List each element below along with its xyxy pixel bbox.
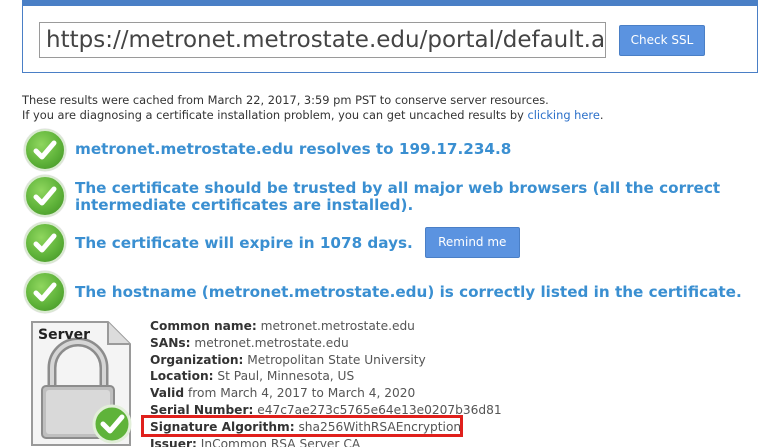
green-check-icon [24, 271, 66, 313]
cert-organization: Organization: Metropolitan State Univers… [150, 352, 502, 369]
result-trusted: The certificate should be trusted by all… [24, 175, 760, 217]
result-text: The certificate should be trusted by all… [75, 179, 721, 214]
green-check-icon [24, 175, 66, 217]
cert-field-label: SANs: [150, 335, 191, 350]
cert-field-value: St Paul, Minnesota, US [217, 369, 355, 384]
cache-note-period: . [599, 108, 604, 122]
cert-field-value: Metropolitan State University [247, 352, 426, 367]
uncached-results-link[interactable]: clicking here [527, 108, 599, 122]
cache-note-line2: If you are diagnosing a certificate inst… [22, 108, 603, 123]
remind-me-button[interactable]: Remind me [424, 227, 520, 258]
cache-note-line1: These results were cached from March 22,… [22, 93, 549, 107]
cache-note: These results were cached from March 22,… [22, 93, 603, 123]
cert-field-value: metronet.metrostate.edu [260, 319, 415, 333]
cert-field-label: Common name: [150, 319, 257, 333]
cert-field-label: Organization: [150, 352, 244, 367]
server-lock-icon: Server [31, 321, 132, 446]
result-text: metronet.metrostate.edu resolves to 199.… [75, 140, 512, 158]
cert-valid: Valid from March 4, 2017 to March 4, 202… [150, 385, 502, 402]
cert-common-name: Common name: metronet.metrostate.edu [150, 318, 502, 335]
cache-note-text: If you are diagnosing a certificate inst… [22, 108, 528, 122]
cert-location: Location: St Paul, Minnesota, US [150, 368, 502, 385]
cert-field-label: Location: [150, 369, 214, 384]
server-label: Server [38, 327, 90, 343]
cert-field-value: InCommon RSA Server CA [200, 436, 361, 447]
cert-field-value: from March 4, 2017 to March 4, 2020 [187, 386, 416, 401]
url-input[interactable]: https://metronet.metrostate.edu/portal/d… [39, 22, 606, 58]
signature-algorithm-highlight [141, 415, 463, 437]
result-text: The hostname (metronet.metrostate.edu) i… [75, 283, 742, 301]
result-expiry: The certificate will expire in 1078 days… [24, 222, 520, 264]
cert-sans: SANs: metronet.metrostate.edu [150, 335, 502, 352]
result-resolves: metronet.metrostate.edu resolves to 199.… [24, 129, 511, 171]
green-check-icon [24, 222, 66, 264]
cert-field-value: metronet.metrostate.edu [194, 335, 349, 350]
check-ssl-button[interactable]: Check SSL [619, 25, 705, 56]
cert-field-label: Valid [150, 386, 185, 401]
ssl-check-panel: https://metronet.metrostate.edu/portal/d… [22, 0, 758, 73]
cert-field-label: Issuer: [150, 436, 197, 447]
result-hostname: The hostname (metronet.metrostate.edu) i… [24, 271, 742, 313]
cert-issuer: Issuer: InCommon RSA Server CA [150, 436, 502, 447]
result-text: The certificate will expire in 1078 days… [75, 234, 413, 252]
green-check-icon [24, 129, 66, 171]
